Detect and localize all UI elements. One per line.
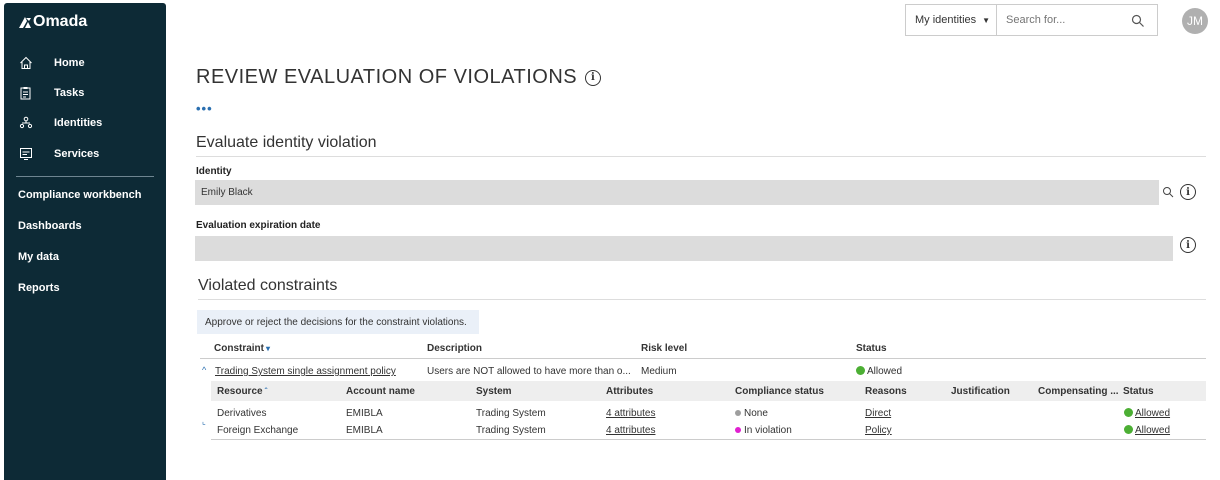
compliance-status: None (735, 408, 768, 419)
search-box (996, 4, 1158, 36)
violation-status-icon (735, 427, 741, 433)
subcolumn-header-system[interactable]: System (476, 386, 512, 397)
sidebar-item-label: Identities (54, 117, 103, 129)
column-header-label: Resource (217, 386, 263, 397)
none-status-icon (735, 410, 741, 416)
identities-icon (18, 115, 34, 131)
sidebar-link-dashboards[interactable]: Dashboards (18, 220, 82, 232)
identity-scope-select[interactable]: My identities ▼ (905, 4, 996, 36)
constraint-description: Users are NOT allowed to have more than … (427, 366, 631, 377)
attributes-link[interactable]: 4 attributes (606, 425, 655, 436)
search-input[interactable] (1006, 14, 1116, 26)
section-divider (198, 299, 1206, 300)
hint-text: Approve or reject the decisions for the … (205, 316, 467, 328)
allowed-status-icon (1124, 425, 1133, 434)
evaluate-section-title: Evaluate identity violation (196, 134, 377, 151)
sidebar-item-label: Home (54, 57, 85, 69)
sidebar-item-identities[interactable]: Identities (4, 111, 166, 135)
attributes-link[interactable]: 4 attributes (606, 408, 655, 419)
system-name: Trading System (476, 425, 546, 436)
identity-search-icon[interactable] (1162, 186, 1174, 198)
sidebar-link-compliance-workbench[interactable]: Compliance workbench (18, 189, 141, 201)
more-actions-button[interactable]: ••• (196, 101, 213, 116)
reason-link[interactable]: Policy (865, 425, 892, 436)
subrow-indent-icon: ⌞ (202, 417, 206, 426)
sidebar-divider (16, 176, 154, 177)
constraint-risk-level: Medium (641, 366, 677, 377)
system-name: Trading System (476, 408, 546, 419)
status-link[interactable]: Allowed (1135, 408, 1170, 419)
column-header-constraint[interactable]: Constraint ▾ (214, 343, 270, 354)
account-name: EMIBLA (346, 408, 383, 419)
subcolumn-header-account-name[interactable]: Account name (346, 386, 415, 397)
expiration-label: Evaluation expiration date (196, 220, 321, 231)
sidebar-link-my-data[interactable]: My data (18, 251, 59, 263)
info-icon[interactable]: i (585, 69, 602, 86)
sidebar-item-label: Services (54, 148, 100, 160)
resource-name: Foreign Exchange (217, 425, 299, 436)
app: Omada Home Tasks Identities Services Com… (0, 0, 1220, 480)
row-status[interactable]: Allowed (1124, 425, 1170, 436)
expiration-date-field[interactable] (195, 236, 1173, 261)
sidebar-item-services[interactable]: Services (4, 142, 166, 166)
omada-logo-icon (19, 17, 31, 28)
subcolumn-header-compliance-status[interactable]: Compliance status (735, 386, 824, 397)
column-header-status[interactable]: Status (856, 343, 887, 354)
compliance-status: In violation (735, 425, 792, 436)
search-icon[interactable] (1131, 14, 1145, 28)
table-bottom-divider (211, 439, 1206, 440)
sidebar-item-home[interactable]: Home (4, 51, 166, 75)
column-header-risk-level[interactable]: Risk level (641, 343, 687, 354)
section-divider (196, 156, 1206, 157)
expiration-info-icon[interactable]: i (1180, 237, 1196, 253)
sidebar: Omada Home Tasks Identities Services Com… (4, 3, 166, 480)
subcolumn-header-status[interactable]: Status (1123, 386, 1154, 397)
subcolumn-header-compensating[interactable]: Compensating ... (1038, 386, 1119, 397)
topbar: My identities ▼ (905, 4, 1158, 36)
services-icon (18, 146, 34, 162)
sort-up-icon: ˆ (264, 387, 268, 396)
identity-info-icon[interactable]: i (1180, 184, 1196, 200)
violated-section-title: Violated constraints (198, 277, 338, 294)
subcolumn-header-attributes[interactable]: Attributes (606, 386, 653, 397)
sort-down-icon: ▾ (266, 344, 271, 353)
allowed-status-icon (1124, 408, 1133, 417)
subcolumn-header-resource[interactable]: Resource ˆ (217, 386, 267, 397)
identity-value: Emily Black (201, 187, 253, 198)
subcolumn-header-justification[interactable]: Justification (951, 386, 1010, 397)
column-header-description[interactable]: Description (427, 343, 482, 354)
subcolumn-header-reasons[interactable]: Reasons (865, 386, 907, 397)
table-header-divider (200, 358, 1206, 359)
tasks-icon (18, 85, 34, 101)
page-title: REVIEW EVALUATION OF VIOLATIONS (196, 66, 578, 88)
column-header-label: Constraint (214, 343, 264, 354)
sidebar-item-label: Tasks (54, 87, 85, 99)
reason-link[interactable]: Direct (865, 408, 891, 419)
collapse-row-icon[interactable]: ^ (202, 365, 206, 375)
constraint-status: Allowed (856, 366, 902, 377)
row-status[interactable]: Allowed (1124, 408, 1170, 419)
identity-field[interactable]: Emily Black (195, 180, 1159, 205)
status-text: Allowed (867, 366, 903, 377)
constraint-link[interactable]: Trading System single assignment policy (215, 366, 396, 377)
logo-text: Omada (33, 13, 88, 30)
status-link[interactable]: Allowed (1135, 425, 1170, 436)
sidebar-item-tasks[interactable]: Tasks (4, 81, 166, 105)
page-title-row: REVIEW EVALUATION OF VIOLATIONS i (196, 66, 602, 89)
resource-name: Derivatives (217, 408, 267, 419)
omada-logo[interactable]: Omada (18, 13, 87, 31)
hint-banner: Approve or reject the decisions for the … (197, 310, 479, 334)
compliance-text: None (744, 408, 768, 419)
home-icon (18, 55, 34, 71)
compliance-text: In violation (744, 425, 792, 436)
account-name: EMIBLA (346, 425, 383, 436)
avatar[interactable]: JM (1182, 8, 1208, 34)
identity-label: Identity (196, 166, 232, 177)
identity-scope-label: My identities (915, 14, 977, 26)
allowed-status-icon (856, 366, 865, 375)
caret-down-icon: ▼ (982, 15, 991, 25)
sidebar-link-reports[interactable]: Reports (18, 282, 60, 294)
